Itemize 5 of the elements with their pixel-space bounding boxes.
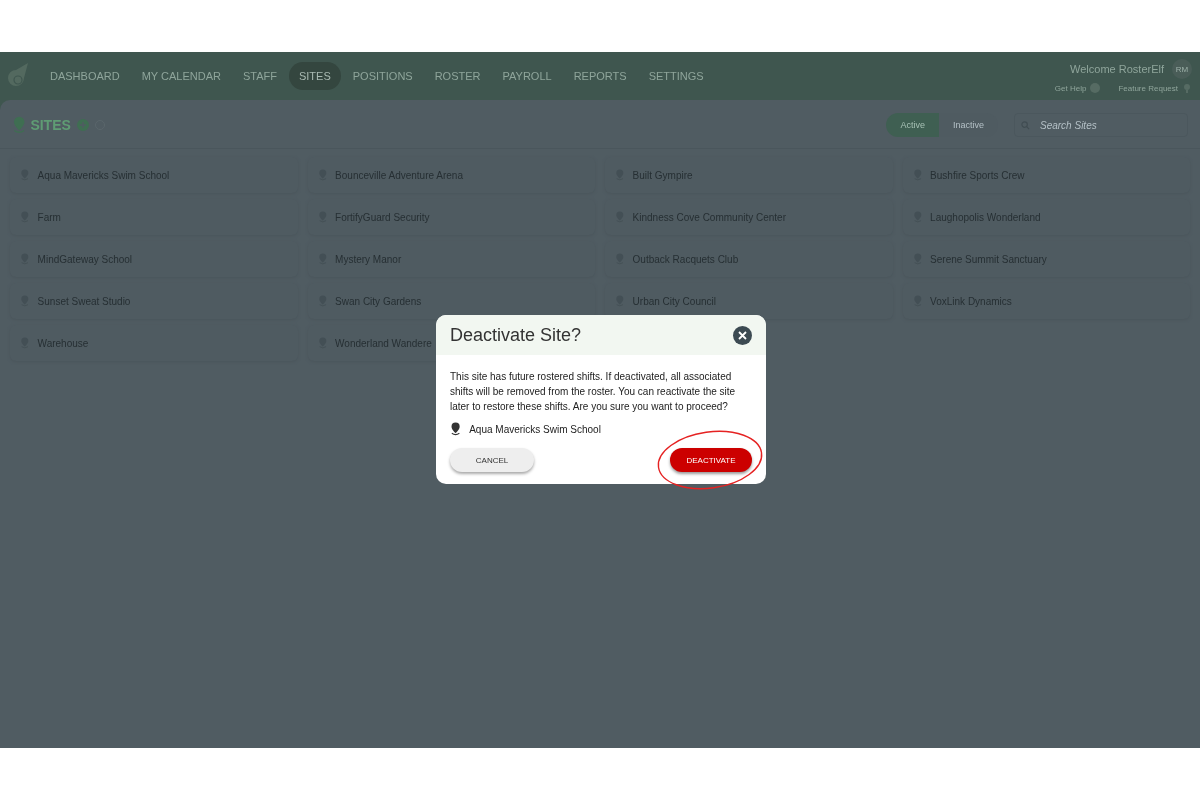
dialog-message: This site has future rostered shifts. If deactivated, all associated shifts will be removed from the roster. You can reactivate the site later to restore these shifts. Are you sure you want to proceed?	[450, 370, 737, 414]
dialog-title: Deactivate Site?	[450, 324, 582, 346]
welcome-text: Welcome RosterElf	[1070, 63, 1164, 75]
page-title: SITES	[30, 117, 71, 133]
site-name: Aqua Mavericks Swim School	[469, 423, 601, 435]
